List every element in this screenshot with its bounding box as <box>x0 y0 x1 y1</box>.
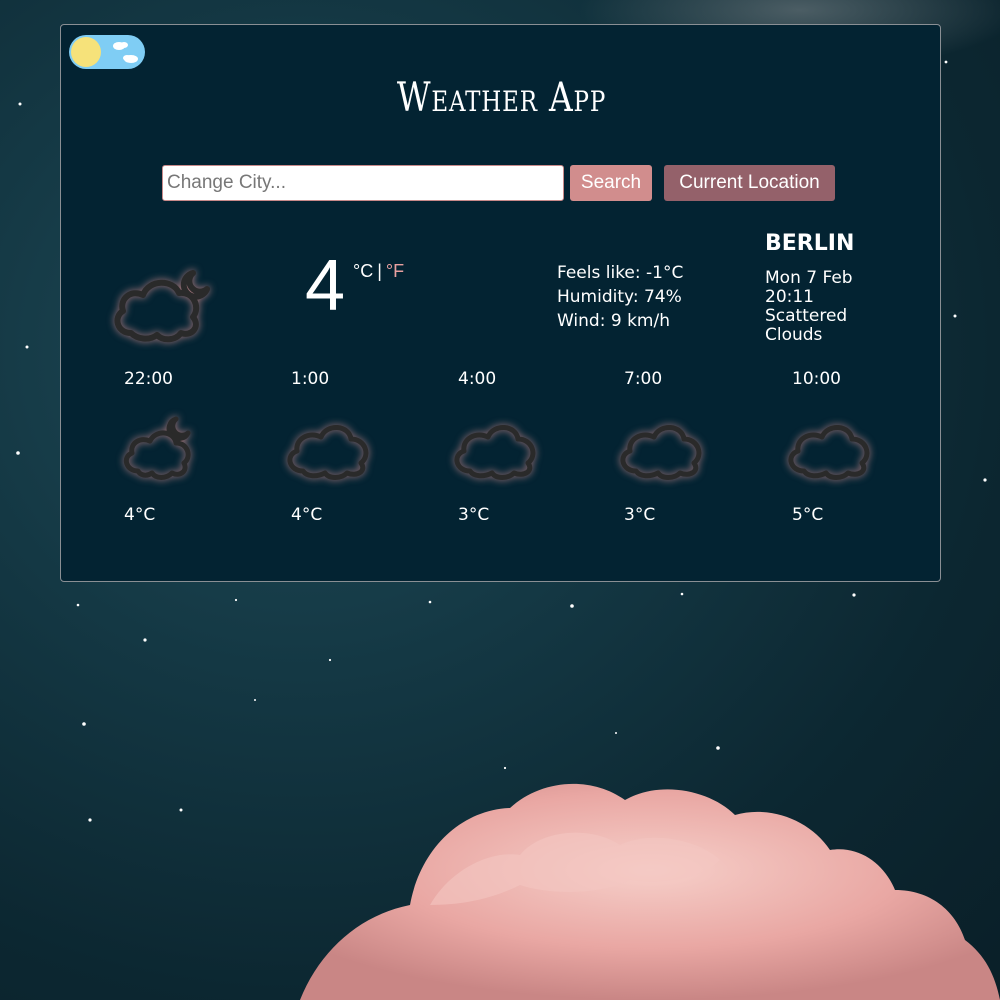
time: 20:11 <box>765 287 814 307</box>
description-line1: Scattered <box>765 306 848 326</box>
cloud-icon <box>454 425 536 480</box>
current-location-button[interactable]: Current Location <box>664 165 835 201</box>
city-name: BERLIN <box>765 231 855 256</box>
forecast-time: 7:00 <box>624 369 663 389</box>
unit-switch: °C | °F <box>353 261 404 282</box>
city-search-input[interactable] <box>162 165 564 201</box>
forecast-temp: 3°C <box>624 505 656 525</box>
weather-details: Feels like: -1°C Humidity: 74% Wind: 9 k… <box>557 261 683 333</box>
celsius-link[interactable]: °C <box>353 261 373 281</box>
cloud-moon-icon <box>123 416 191 480</box>
date-time-block: Mon 7 Feb 20:11 Scattered Clouds <box>765 269 875 345</box>
forecast-time: 22:00 <box>124 369 173 389</box>
app-title: Weather App <box>396 75 607 121</box>
wind: Wind: 9 km/h <box>557 311 670 331</box>
cloud-icon <box>788 425 870 480</box>
forecast-time: 4:00 <box>458 369 497 389</box>
cloud-icon <box>287 425 369 480</box>
cloud-icon <box>620 425 702 480</box>
current-temperature: 4 <box>305 246 346 326</box>
search-button[interactable]: Search <box>570 165 652 201</box>
date: Mon 7 Feb <box>765 268 853 288</box>
cloud-icon <box>113 42 138 63</box>
day-night-toggle[interactable] <box>69 35 145 69</box>
fahrenheit-link[interactable]: °F <box>386 261 404 281</box>
sun-icon <box>71 37 101 67</box>
forecast-time: 1:00 <box>291 369 330 389</box>
forecast-temp: 4°C <box>124 505 156 525</box>
unit-separator: | <box>377 261 382 281</box>
description-line2: Clouds <box>765 325 823 345</box>
forecast-temp: 5°C <box>792 505 824 525</box>
forecast-temp: 3°C <box>458 505 490 525</box>
weather-panel: Weather App Search Current Location 4 °C… <box>60 24 941 582</box>
cloud-moon-icon <box>114 270 210 343</box>
forecast-temp: 4°C <box>291 505 323 525</box>
forecast-time: 10:00 <box>792 369 841 389</box>
humidity: Humidity: 74% <box>557 287 682 307</box>
feels-like: Feels like: -1°C <box>557 263 684 283</box>
